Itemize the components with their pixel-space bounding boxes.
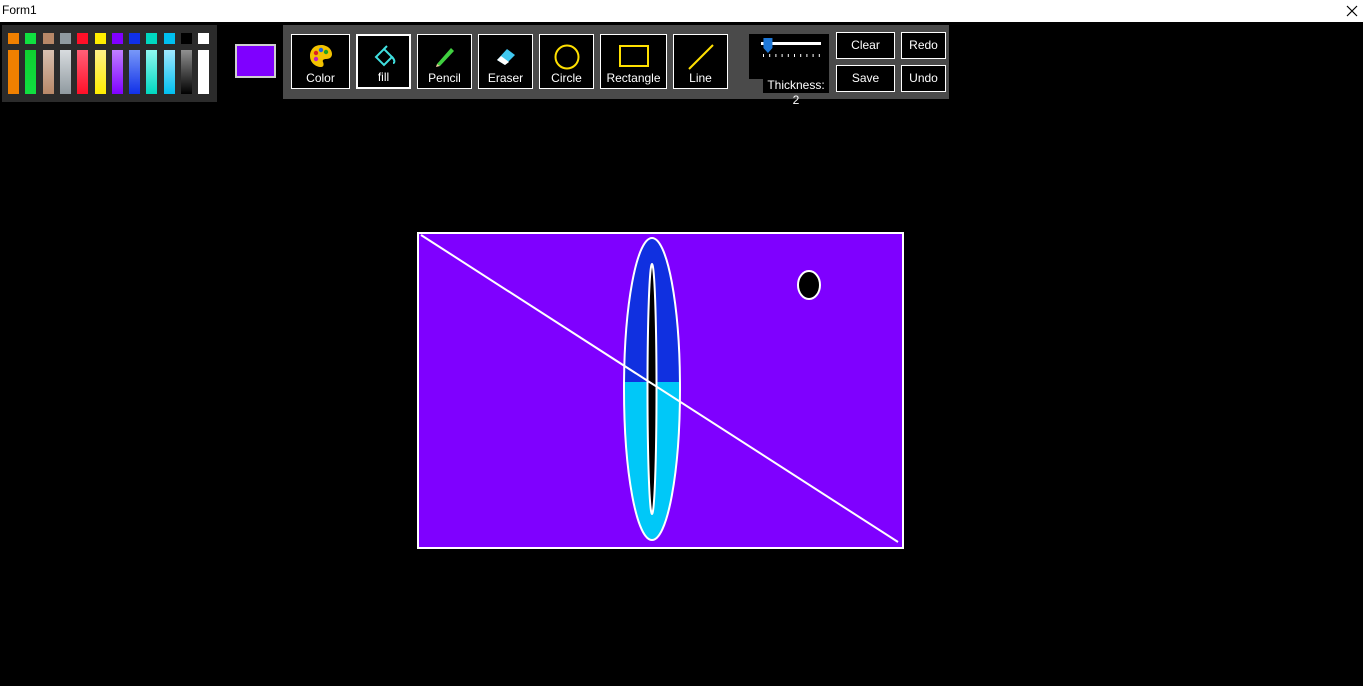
palette-icon (309, 45, 332, 67)
slider-tick (763, 54, 764, 57)
tool-circle-label: Circle (551, 71, 582, 85)
tool-rectangle-label: Rectangle (606, 71, 661, 85)
tool-pencil-button[interactable]: Pencil (417, 34, 472, 89)
palette-swatch-gray[interactable] (59, 33, 71, 44)
palette-shade-black[interactable] (181, 50, 192, 94)
clear-button[interactable]: Clear (836, 32, 895, 59)
palette-swatch-red[interactable] (77, 33, 89, 44)
thickness-slider-track (761, 38, 821, 57)
palette-shade-green[interactable] (25, 50, 37, 94)
palette-shade-yellow[interactable] (94, 50, 106, 94)
tool-fill-button[interactable]: fill (356, 34, 411, 89)
color-palette (2, 25, 217, 102)
palette-shade-white[interactable] (198, 50, 210, 94)
palette-shade-red[interactable] (77, 50, 89, 94)
thickness-slider[interactable] (749, 34, 829, 79)
slider-tick (794, 54, 795, 57)
tool-fill-label: fill (377, 70, 390, 84)
palette-swatch-sky[interactable] (163, 33, 175, 44)
slider-tick (818, 54, 820, 57)
close-button[interactable] (1341, 0, 1363, 22)
window-title: Form1 (2, 3, 37, 17)
tool-line-label: Line (689, 71, 712, 85)
tool-eraser-button[interactable]: Eraser (478, 34, 533, 89)
slider-tick (787, 54, 789, 57)
title-bar: Form1 (0, 0, 1363, 22)
palette-shade-orange[interactable] (8, 50, 19, 94)
slider-tick (800, 54, 802, 57)
palette-swatch-teal[interactable] (146, 33, 158, 44)
palette-swatch-violet[interactable] (111, 33, 123, 44)
palette-shade-sky[interactable] (163, 50, 175, 94)
thickness-label: Thickness: 2 (763, 78, 829, 107)
paint-bucket-icon (374, 45, 395, 67)
undo-button[interactable]: Undo (901, 65, 946, 92)
palette-swatch-green[interactable] (25, 33, 37, 44)
tool-line-button[interactable]: Line (673, 34, 728, 89)
palette-swatch-blue[interactable] (129, 33, 141, 44)
save-button[interactable]: Save (836, 65, 895, 92)
canvas-drawing (420, 234, 899, 543)
palette-swatch-white[interactable] (198, 33, 210, 44)
eraser-icon (496, 49, 515, 65)
slider-tick (806, 54, 808, 57)
palette-swatch-yellow[interactable] (94, 33, 106, 44)
slider-thumb (763, 38, 773, 53)
inner-ellipse (646, 263, 658, 515)
palette-shade-teal[interactable] (146, 50, 158, 94)
close-icon (1346, 5, 1358, 17)
slider-tick (812, 54, 814, 57)
palette-swatch-black[interactable] (181, 33, 192, 44)
slider-tick (769, 54, 771, 57)
current-color-swatch (235, 44, 276, 78)
palette-shade-violet[interactable] (111, 50, 123, 94)
line-icon (687, 44, 714, 70)
tool-color-button[interactable]: Color (291, 34, 350, 89)
slider-tick (781, 54, 783, 57)
pencil-icon (435, 48, 454, 67)
palette-shade-gray[interactable] (59, 50, 71, 94)
palette-shade-blue[interactable] (129, 50, 141, 94)
tool-eraser-label: Eraser (487, 71, 524, 85)
drawing-canvas[interactable] (417, 232, 904, 549)
tool-color-label: Color (306, 71, 335, 85)
toolbar: Color fill Pencil Eraser Circle Rectangl… (283, 25, 949, 107)
palette-swatch-orange[interactable] (8, 33, 19, 44)
rectangle-icon (618, 45, 649, 67)
tool-circle-button[interactable]: Circle (539, 34, 594, 89)
palette-swatch-tan[interactable] (42, 33, 54, 44)
black-dot (797, 270, 821, 300)
tool-rectangle-button[interactable]: Rectangle (600, 34, 667, 89)
circle-icon (554, 44, 579, 70)
tool-pencil-label: Pencil (428, 71, 461, 85)
redo-button[interactable]: Redo (901, 32, 946, 59)
palette-shade-tan[interactable] (42, 50, 54, 94)
slider-tick (775, 54, 777, 57)
